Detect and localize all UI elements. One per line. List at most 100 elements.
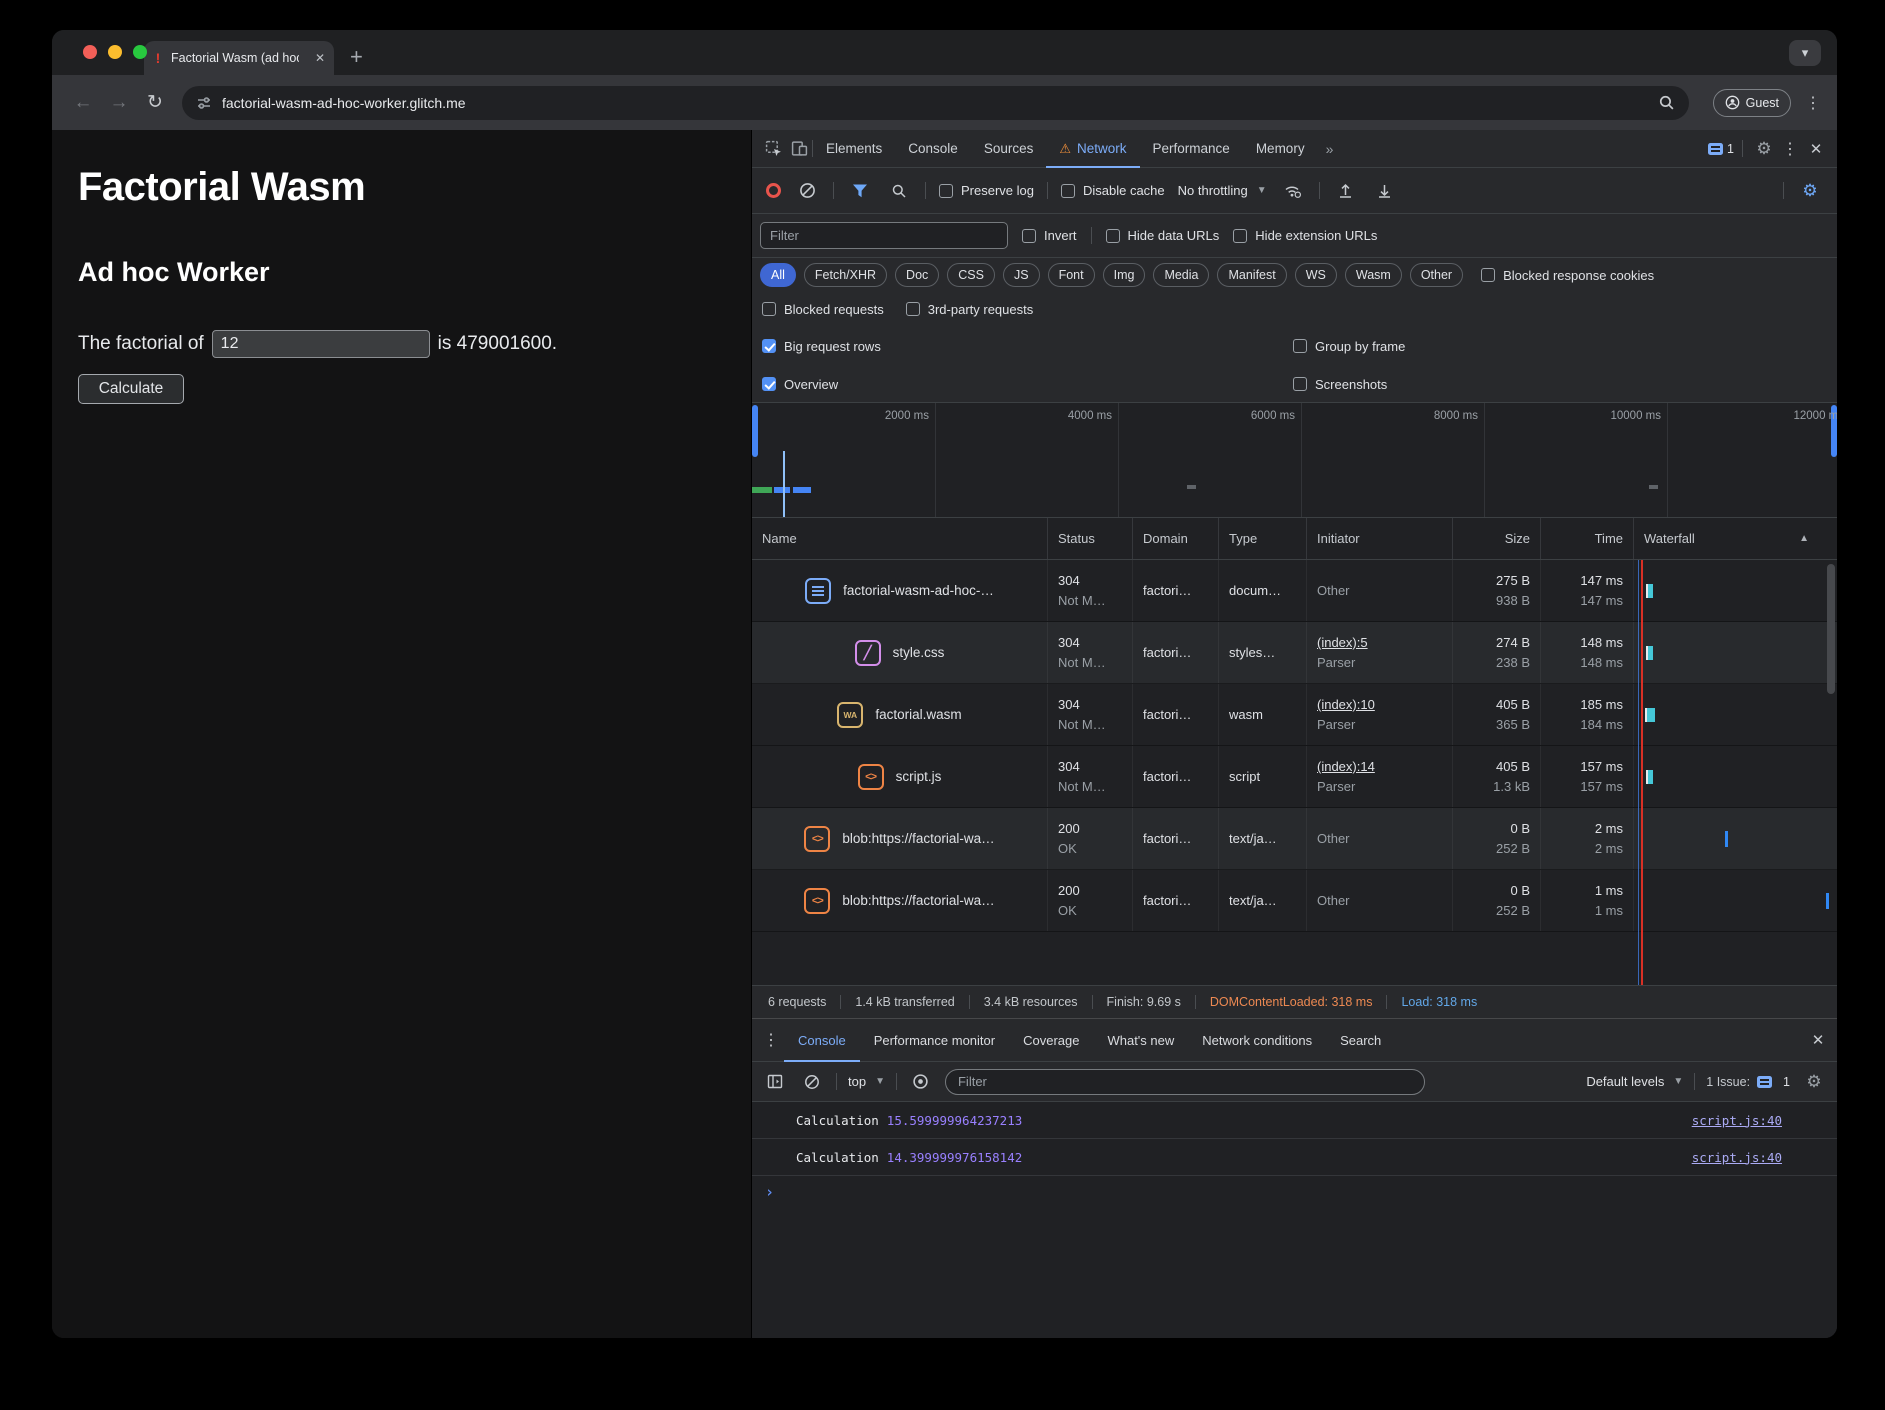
filter-funnel-icon[interactable] bbox=[847, 178, 873, 204]
source-link[interactable]: script.js:40 bbox=[1692, 1150, 1782, 1165]
console-sidebar-icon[interactable] bbox=[762, 1069, 788, 1095]
devtools-menu-icon[interactable]: ⋮ bbox=[1777, 136, 1803, 162]
chip-ws[interactable]: WS bbox=[1295, 263, 1337, 287]
chip-css[interactable]: CSS bbox=[947, 263, 995, 287]
tab-memory[interactable]: Memory bbox=[1243, 130, 1318, 168]
zoom-icon[interactable] bbox=[1658, 94, 1675, 111]
hide-data-urls-checkbox[interactable]: Hide data URLs bbox=[1106, 228, 1220, 243]
drawer-tab-search[interactable]: Search bbox=[1326, 1018, 1395, 1062]
inspect-element-icon[interactable] bbox=[760, 136, 786, 162]
chip-js[interactable]: JS bbox=[1003, 263, 1040, 287]
maximize-window-button[interactable] bbox=[133, 45, 147, 59]
drawer-tab-performance-monitor[interactable]: Performance monitor bbox=[860, 1018, 1009, 1062]
group-by-frame-checkbox[interactable]: Group by frame bbox=[1293, 339, 1827, 354]
clear-network-log-icon[interactable] bbox=[794, 178, 820, 204]
column-header-waterfall[interactable]: Waterfall ▲ bbox=[1634, 518, 1837, 559]
chip-manifest[interactable]: Manifest bbox=[1217, 263, 1286, 287]
column-header-status[interactable]: Status bbox=[1048, 518, 1133, 559]
context-selector-dropdown[interactable]: top ▼ bbox=[848, 1074, 885, 1089]
source-link[interactable]: script.js:40 bbox=[1692, 1113, 1782, 1128]
blocked-response-cookies-checkbox[interactable]: Blocked response cookies bbox=[1481, 268, 1654, 283]
import-har-icon[interactable] bbox=[1333, 178, 1359, 204]
log-levels-dropdown[interactable]: Default levels ▼ bbox=[1586, 1074, 1683, 1089]
live-expression-eye-icon[interactable] bbox=[908, 1069, 934, 1095]
site-info-icon[interactable] bbox=[196, 95, 212, 111]
tab-elements[interactable]: Elements bbox=[813, 130, 895, 168]
new-tab-button[interactable]: + bbox=[350, 44, 363, 70]
address-bar[interactable]: factorial-wasm-ad-hoc-worker.glitch.me bbox=[182, 86, 1689, 120]
initiator-link[interactable]: (index):14 bbox=[1317, 759, 1442, 774]
table-row[interactable]: ╱style.css 304Not M… factori… styles… (i… bbox=[752, 622, 1837, 684]
table-row[interactable]: factorial-wasm-ad-hoc-… 304Not M… factor… bbox=[752, 560, 1837, 622]
clear-console-icon[interactable] bbox=[799, 1069, 825, 1095]
checkbox[interactable] bbox=[1061, 184, 1075, 198]
preserve-log-checkbox[interactable]: Preserve log bbox=[939, 183, 1034, 198]
chip-img[interactable]: Img bbox=[1103, 263, 1146, 287]
table-row[interactable]: <>blob:https://factorial-wa… 200OK facto… bbox=[752, 808, 1837, 870]
drawer-menu-icon[interactable]: ⋮ bbox=[758, 1027, 784, 1053]
initiator-link[interactable]: (index):10 bbox=[1317, 697, 1442, 712]
chip-doc[interactable]: Doc bbox=[895, 263, 939, 287]
throttling-dropdown[interactable]: No throttling ▼ bbox=[1178, 183, 1267, 198]
column-header-type[interactable]: Type bbox=[1219, 518, 1307, 559]
tab-search-chevron-icon[interactable]: ▾ bbox=[1789, 40, 1821, 66]
network-settings-gear-icon[interactable]: ⚙ bbox=[1797, 178, 1823, 204]
table-row[interactable]: <>blob:https://factorial-wa… 200OK facto… bbox=[752, 870, 1837, 932]
screenshots-checkbox[interactable]: Screenshots bbox=[1293, 377, 1827, 392]
close-tab-icon[interactable]: ✕ bbox=[315, 51, 325, 65]
network-filter-input[interactable] bbox=[760, 222, 1008, 249]
big-request-rows-checkbox[interactable]: Big request rows bbox=[762, 339, 881, 354]
column-header-time[interactable]: Time bbox=[1541, 518, 1634, 559]
issues-button[interactable]: 1 bbox=[1708, 142, 1734, 156]
tab-performance[interactable]: Performance bbox=[1140, 130, 1243, 168]
network-conditions-icon[interactable] bbox=[1280, 178, 1306, 204]
profile-button[interactable]: Guest bbox=[1713, 89, 1791, 117]
settings-gear-icon[interactable]: ⚙ bbox=[1751, 136, 1777, 162]
column-header-size[interactable]: Size bbox=[1453, 518, 1541, 559]
close-window-button[interactable] bbox=[83, 45, 97, 59]
forward-icon[interactable]: → bbox=[104, 92, 134, 114]
close-drawer-icon[interactable]: ✕ bbox=[1805, 1027, 1831, 1053]
disable-cache-checkbox[interactable]: Disable cache bbox=[1061, 183, 1165, 198]
tab-network[interactable]: ⚠ Network bbox=[1046, 130, 1139, 168]
table-row[interactable]: WAfactorial.wasm 304Not M… factori… wasm… bbox=[752, 684, 1837, 746]
minimize-window-button[interactable] bbox=[108, 45, 122, 59]
calculate-button[interactable]: Calculate bbox=[78, 374, 184, 404]
hide-extension-urls-checkbox[interactable]: Hide extension URLs bbox=[1233, 228, 1377, 243]
chip-fetch-xhr[interactable]: Fetch/XHR bbox=[804, 263, 887, 287]
drawer-tab-whats-new[interactable]: What's new bbox=[1093, 1018, 1188, 1062]
blocked-requests-checkbox[interactable]: Blocked requests bbox=[762, 302, 884, 317]
search-network-icon[interactable] bbox=[886, 178, 912, 204]
overview-checkbox[interactable]: Overview bbox=[762, 377, 838, 392]
table-scrollbar[interactable] bbox=[1827, 564, 1835, 694]
invert-checkbox[interactable]: Invert bbox=[1022, 228, 1077, 243]
browser-tab[interactable]: ! Factorial Wasm (ad hoc Work ✕ bbox=[144, 41, 334, 75]
checkbox[interactable] bbox=[939, 184, 953, 198]
drawer-tab-network-conditions[interactable]: Network conditions bbox=[1188, 1018, 1326, 1062]
chip-wasm[interactable]: Wasm bbox=[1345, 263, 1402, 287]
column-header-name[interactable]: Name bbox=[752, 518, 1048, 559]
chip-other[interactable]: Other bbox=[1410, 263, 1463, 287]
window-controls[interactable] bbox=[83, 45, 147, 59]
browser-menu-icon[interactable]: ⋮ bbox=[1805, 93, 1821, 113]
reload-icon[interactable]: ↻ bbox=[140, 91, 170, 114]
export-har-icon[interactable] bbox=[1372, 178, 1398, 204]
column-header-domain[interactable]: Domain bbox=[1133, 518, 1219, 559]
tab-console[interactable]: Console bbox=[895, 130, 971, 168]
drawer-tab-coverage[interactable]: Coverage bbox=[1009, 1018, 1093, 1062]
drawer-tab-console[interactable]: Console bbox=[784, 1018, 860, 1062]
device-toolbar-icon[interactable] bbox=[786, 136, 812, 162]
chip-media[interactable]: Media bbox=[1153, 263, 1209, 287]
factorial-input[interactable] bbox=[212, 330, 430, 358]
console-filter-input[interactable] bbox=[945, 1069, 1425, 1095]
back-icon[interactable]: ← bbox=[68, 92, 98, 114]
tab-sources[interactable]: Sources bbox=[971, 130, 1047, 168]
timeline-left-handle[interactable] bbox=[752, 405, 758, 457]
console-settings-gear-icon[interactable]: ⚙ bbox=[1801, 1069, 1827, 1095]
close-devtools-icon[interactable]: ✕ bbox=[1803, 136, 1829, 162]
initiator-link[interactable]: (index):5 bbox=[1317, 635, 1442, 650]
record-network-log-button[interactable] bbox=[766, 183, 781, 198]
chip-all[interactable]: All bbox=[760, 263, 796, 287]
network-overview-timeline[interactable]: 2000 ms4000 ms6000 ms8000 ms10000 ms1200… bbox=[752, 402, 1837, 518]
console-prompt[interactable]: › bbox=[752, 1176, 1837, 1208]
